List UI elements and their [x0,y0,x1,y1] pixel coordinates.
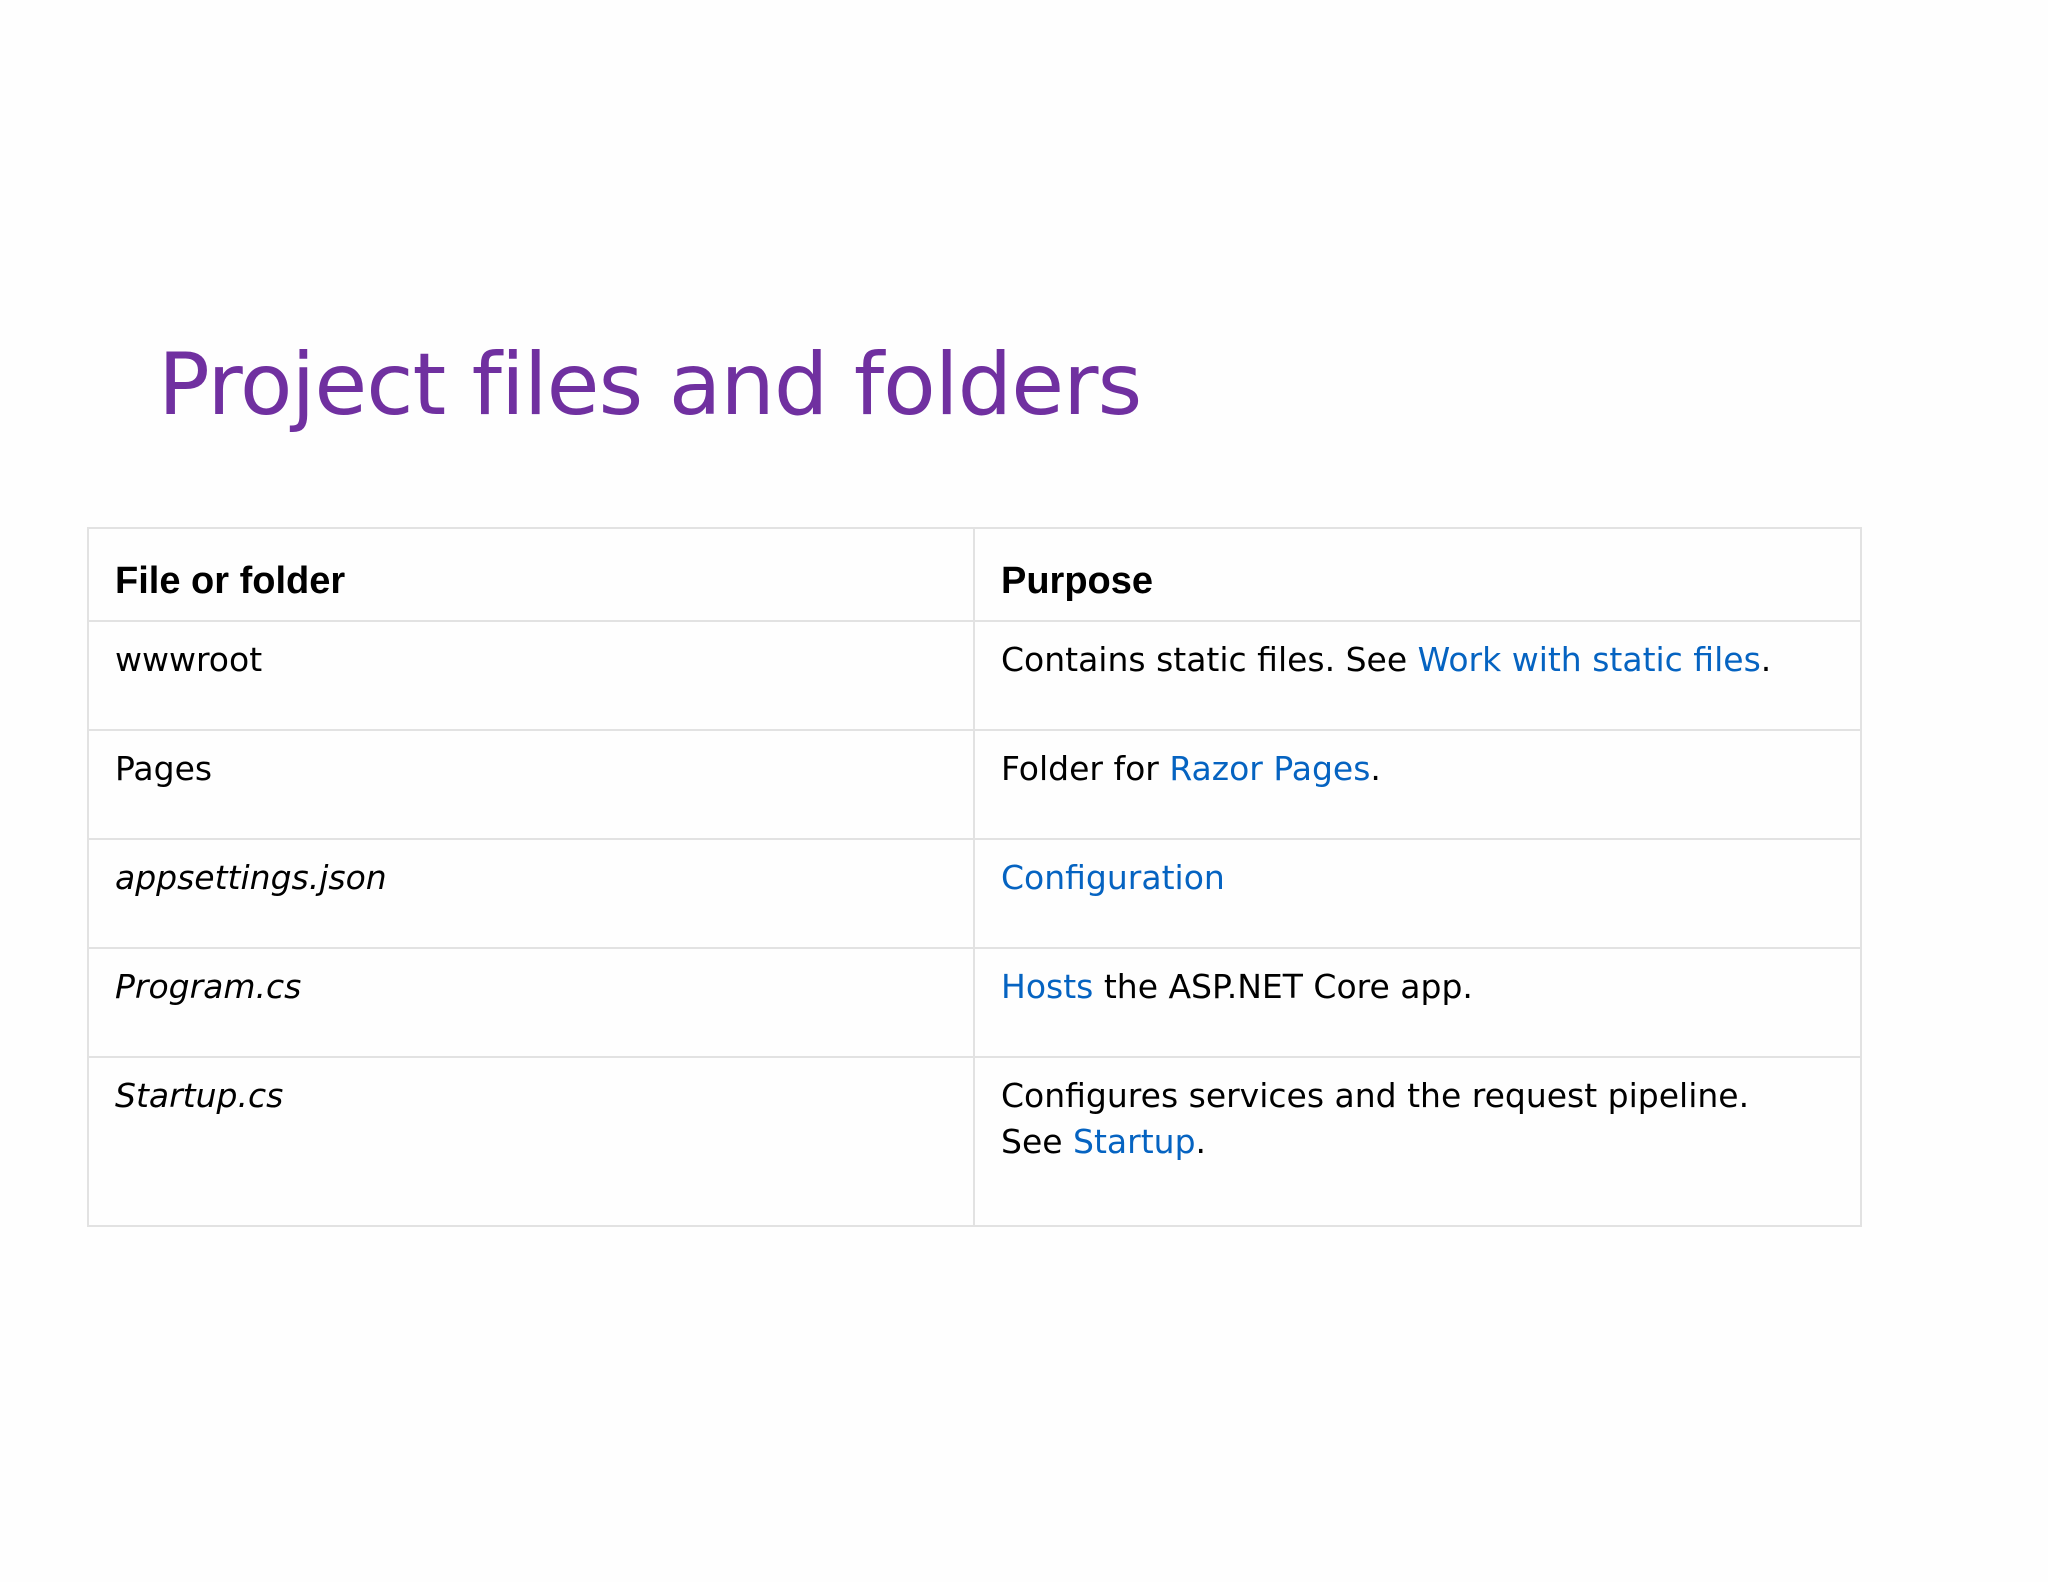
cell-file-pages: Pages [87,729,975,840]
purpose-suffix: . [1370,749,1381,788]
slide: Project files and folders File or folder… [0,0,2048,1582]
purpose-suffix: . [1195,1122,1207,1161]
header-purpose: Purpose [973,527,1862,622]
table-row: appsettings.json Configuration [87,838,1862,949]
purpose-text: Folder for [1001,749,1170,788]
cell-file-appsettings: appsettings.json [87,838,975,949]
link-razor-pages[interactable]: Razor Pages [1169,749,1370,788]
link-hosts[interactable]: Hosts [1001,967,1093,1006]
cell-purpose-startup: Configures services and the request pipe… [973,1056,1862,1227]
files-table: File or folder Purpose wwwroot Contains … [87,527,1862,1227]
purpose-line-2-prefix: See [1001,1122,1074,1161]
cell-file-startup: Startup.cs [87,1056,975,1227]
table-row: Pages Folder for Razor Pages. [87,729,1862,840]
purpose-text: Contains static files. See [1001,640,1418,679]
link-configuration[interactable]: Configuration [1001,858,1225,897]
table-header-row: File or folder Purpose [87,527,1862,622]
table-row: Program.cs Hosts the ASP.NET Core app. [87,947,1862,1058]
cell-purpose-appsettings: Configuration [973,838,1862,949]
link-work-with-static-files[interactable]: Work with static files [1418,640,1761,679]
header-file-or-folder: File or folder [87,527,975,622]
cell-purpose-wwwroot: Contains static files. See Work with sta… [973,620,1862,731]
slide-title: Project files and folders [158,335,1142,435]
table-row: wwwroot Contains static files. See Work … [87,620,1862,731]
purpose-suffix: the ASP.NET Core app. [1093,967,1473,1006]
cell-file-program: Program.cs [87,947,975,1058]
purpose-suffix: . [1760,640,1772,679]
table-row: Startup.cs Configures services and the r… [87,1056,1862,1227]
link-startup[interactable]: Startup [1073,1122,1195,1161]
cell-file-wwwroot: wwwroot [87,620,975,731]
purpose-line-1: Configures services and the request pipe… [1001,1076,1750,1115]
cell-purpose-program: Hosts the ASP.NET Core app. [973,947,1862,1058]
cell-purpose-pages: Folder for Razor Pages. [973,729,1862,840]
